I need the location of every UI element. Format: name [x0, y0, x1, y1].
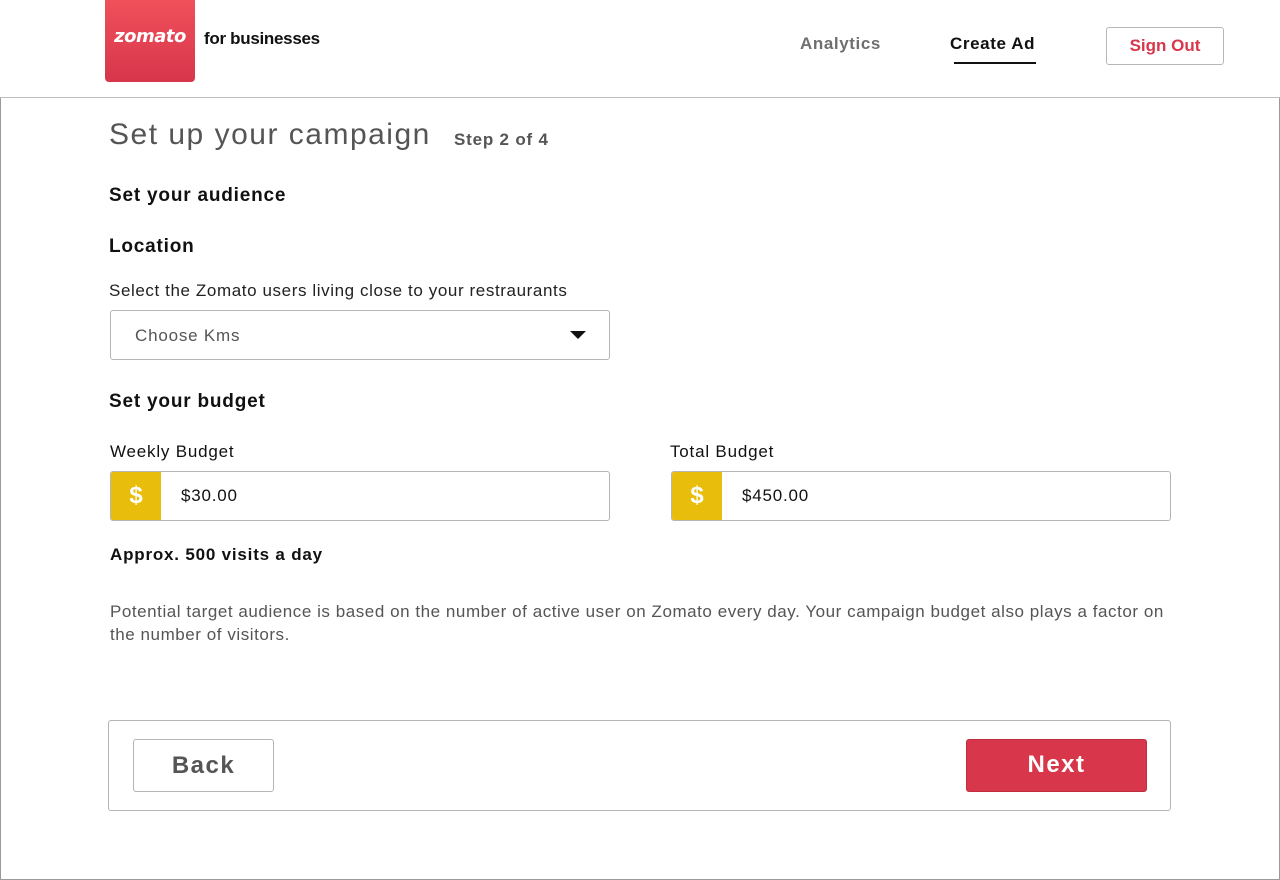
visits-estimate: Approx. 500 visits a day	[110, 545, 323, 564]
dollar-icon: $	[111, 472, 161, 520]
next-button[interactable]: Next	[966, 739, 1147, 792]
top-header: zomato for businesses Analytics Create A…	[0, 0, 1280, 98]
zomato-logo[interactable]: zomato	[105, 0, 195, 82]
nav-create-ad[interactable]: Create Ad	[950, 34, 1035, 54]
total-budget-input[interactable]: $ $450.00	[671, 471, 1171, 521]
dollar-icon: $	[672, 472, 722, 520]
step-indicator: Step 2 of 4	[454, 130, 549, 149]
logo-text: zomato	[114, 26, 186, 47]
audience-heading: Set your audience	[109, 185, 287, 206]
weekly-budget-input[interactable]: $ $30.00	[110, 471, 610, 521]
location-description: Select the Zomato users living close to …	[109, 281, 568, 300]
nav-analytics[interactable]: Analytics	[800, 34, 881, 54]
location-heading: Location	[109, 236, 195, 257]
total-budget-value: $450.00	[742, 486, 810, 505]
sign-out-button[interactable]: Sign Out	[1106, 27, 1224, 65]
back-button[interactable]: Back	[133, 739, 274, 792]
caret-down-icon	[570, 331, 586, 339]
total-budget-label: Total Budget	[670, 442, 775, 461]
active-nav-indicator	[954, 62, 1036, 64]
weekly-budget-label: Weekly Budget	[110, 442, 235, 461]
form-actions-panel: Back Next	[108, 720, 1171, 811]
audience-info-text: Potential target audience is based on th…	[110, 602, 1164, 644]
distance-select[interactable]: Choose Kms	[110, 310, 610, 360]
product-name: for businesses	[204, 29, 320, 48]
weekly-budget-value: $30.00	[181, 486, 238, 505]
distance-select-value: Choose Kms	[135, 326, 241, 345]
page-title: Set up your campaign	[109, 118, 431, 151]
budget-heading: Set your budget	[109, 391, 266, 412]
